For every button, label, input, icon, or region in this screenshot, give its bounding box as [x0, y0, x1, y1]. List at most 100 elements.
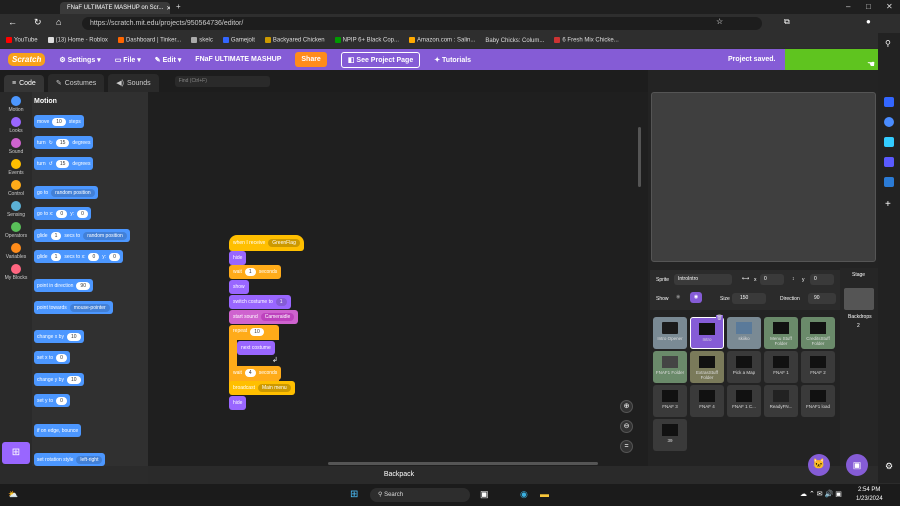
zoom-reset-button[interactable]: = — [620, 440, 633, 453]
see-project-button[interactable]: ◧ See Project Page — [340, 51, 421, 68]
sprite-tile[interactable]: FNAF 4 — [690, 385, 724, 417]
turn-left-block[interactable]: turn ↺ 15 degrees — [34, 157, 94, 170]
sprite-tile[interactable]: skiiko — [727, 317, 761, 349]
tab-costumes[interactable]: ✎ Costumes — [47, 74, 105, 92]
bookmark[interactable]: skelc — [191, 37, 213, 44]
category-sound[interactable]: Sound — [0, 138, 32, 155]
x-input[interactable]: 0 — [760, 274, 784, 285]
sprite-tile[interactable]: FNAF1 Folder — [653, 351, 687, 383]
script-workspace[interactable]: when I receive GreenFlag hide wait 1 second… — [148, 92, 650, 466]
category-sensing[interactable]: Sensing — [0, 201, 32, 218]
search-icon[interactable]: ⚲ — [885, 39, 891, 48]
clock-time[interactable]: 2:54 PM — [858, 487, 880, 493]
browser-tab[interactable]: FNaF ULTIMATE MASHUP on Scr... ✕ — [60, 2, 170, 14]
show-hidden-icon[interactable]: ◉ — [676, 294, 680, 300]
bookmark[interactable]: NPIP 6+ Black Cop... — [334, 37, 399, 44]
sprite-tile-selected[interactable]: Intro 🗑 — [690, 315, 724, 349]
next-costume-block[interactable]: next costume — [237, 341, 275, 355]
bookmark[interactable]: (13) Home - Roblox — [47, 37, 108, 44]
tab-sounds[interactable]: ◀) Sounds — [108, 74, 159, 92]
sprite-tile[interactable]: FNAF 1 — [764, 351, 798, 383]
glide-to-block[interactable]: glide 1 secs to random position — [34, 229, 130, 242]
url-field[interactable]: https://scratch.mit.edu/projects/9505647… — [82, 17, 762, 30]
wait-block[interactable]: wait 1 seconds — [229, 265, 282, 279]
widgets-icon[interactable]: ⛅ — [8, 490, 18, 499]
edge-icon[interactable]: ◉ — [520, 489, 528, 500]
show-visible-icon[interactable]: ◉ — [690, 292, 702, 303]
hide-block[interactable]: hide — [229, 251, 247, 265]
refresh-icon[interactable]: ↻ — [34, 17, 42, 28]
bookmark[interactable]: 6 Fresh Mix Chicke... — [554, 37, 619, 44]
sidebar-tool-icon[interactable] — [884, 157, 894, 167]
add-backdrop-button[interactable]: ▣ — [846, 454, 868, 476]
start-sound-block[interactable]: start sound Cameraidle — [229, 310, 299, 324]
minimize-icon[interactable]: – — [846, 2, 850, 11]
task-view-icon[interactable]: ▣ — [480, 489, 489, 500]
backdrop-thumbnail[interactable] — [844, 288, 874, 310]
bookmark[interactable]: YouTube — [6, 37, 38, 44]
home-icon[interactable]: ⌂ — [56, 17, 61, 27]
sprite-tile[interactable]: FNAF 2 — [801, 351, 835, 383]
delete-icon[interactable]: 🗑 — [716, 315, 723, 322]
sprite-name-input[interactable]: IntroIntro — [674, 274, 732, 285]
sidebar-tool-icon[interactable] — [884, 117, 894, 127]
category-events[interactable]: Events — [0, 159, 32, 176]
file-menu[interactable]: ▭ File ▾ — [115, 56, 141, 64]
windows-start-icon[interactable]: ⊞ — [350, 489, 358, 500]
sprite-tile[interactable]: ExtrasStuff Folder — [690, 351, 724, 383]
category-control[interactable]: Control — [0, 180, 32, 197]
bookmark[interactable]: Backyared Chicken — [264, 37, 325, 44]
back-icon[interactable]: ← — [8, 17, 17, 27]
sprite-tile[interactable]: FNAF 1 C... — [727, 385, 761, 417]
tutorials-button[interactable]: ✦ Tutorials — [434, 56, 471, 64]
add-sprite-button[interactable]: 🐱 — [808, 454, 830, 476]
show-block[interactable]: show — [229, 280, 249, 294]
sprite-tile[interactable]: Menu Stuff Folder — [764, 317, 798, 349]
broadcast-block[interactable]: broadcast Main menu — [229, 381, 295, 395]
when-i-receive-block[interactable]: when I receive GreenFlag — [229, 235, 304, 251]
point-direction-block[interactable]: point in direction 90 — [34, 279, 93, 292]
system-tray[interactable]: ☁ ⌃ ✉ 🔊 ▣ — [800, 490, 842, 498]
category-variables[interactable]: Variables — [0, 243, 32, 260]
sprite-tile[interactable]: Intro Opener — [653, 317, 687, 349]
change-y-block[interactable]: change y by 10 — [34, 373, 84, 386]
bounce-block[interactable]: if on edge, bounce — [34, 424, 82, 437]
bookmark[interactable]: Dashboard | Tinker... — [117, 37, 181, 44]
backpack[interactable]: Backpack — [148, 466, 650, 484]
share-button[interactable]: Share — [295, 52, 327, 67]
wait-block[interactable]: wait 4 seconds — [229, 366, 282, 380]
category-motion[interactable]: Motion — [0, 96, 32, 113]
bookmark[interactable]: Gamejolt — [222, 37, 255, 44]
stage-canvas[interactable] — [651, 92, 876, 262]
sidebar-tool-icon[interactable] — [884, 97, 894, 107]
window-close-icon[interactable]: ✕ — [886, 2, 893, 11]
vertical-scrollbar[interactable] — [638, 127, 641, 187]
hide-block[interactable]: hide — [229, 396, 247, 410]
set-x-block[interactable]: set x to 0 — [34, 351, 70, 364]
category-looks[interactable]: Looks — [0, 117, 32, 134]
switch-costume-block[interactable]: switch costume to 1 — [229, 295, 291, 309]
turn-right-block[interactable]: turn ↻ 15 degrees — [34, 136, 94, 149]
extensions-icon[interactable]: ⧉ — [784, 17, 790, 27]
glide-xy-block[interactable]: glide 1 secs to x: 0 y: 0 — [34, 250, 123, 263]
change-x-block[interactable]: change x by 10 — [34, 330, 84, 343]
settings-menu[interactable]: ⚙ Settings ▾ — [59, 56, 100, 64]
goto-block[interactable]: go to random position — [34, 186, 98, 199]
project-title[interactable]: FNaF ULTIMATE MASHUP — [195, 56, 281, 63]
goto-xy-block[interactable]: go to x: 0 y: 0 — [34, 207, 91, 220]
sprite-tile[interactable]: ReadyFN... — [764, 385, 798, 417]
stage-selector[interactable]: Stage Backdrops 2 — [840, 268, 878, 466]
new-tab-icon[interactable]: + — [176, 2, 181, 11]
point-towards-block[interactable]: point towards mouse-pointer — [34, 301, 113, 314]
category-my-blocks[interactable]: My Blocks — [0, 264, 32, 281]
move-block[interactable]: move 10 steps — [34, 115, 84, 128]
settings-icon[interactable]: ⚙ — [885, 461, 893, 472]
sprite-tile[interactable]: Pick a Map — [727, 351, 761, 383]
zoom-in-button[interactable]: ⊕ — [620, 400, 633, 413]
set-y-block[interactable]: set y to 0 — [34, 394, 70, 407]
size-input[interactable]: 150 — [732, 293, 766, 304]
taskbar-search[interactable]: ⚲ Search — [370, 488, 470, 502]
horizontal-scrollbar[interactable] — [328, 462, 598, 465]
sprite-tile[interactable]: 39 — [653, 419, 687, 451]
zoom-out-button[interactable]: ⊖ — [620, 420, 633, 433]
